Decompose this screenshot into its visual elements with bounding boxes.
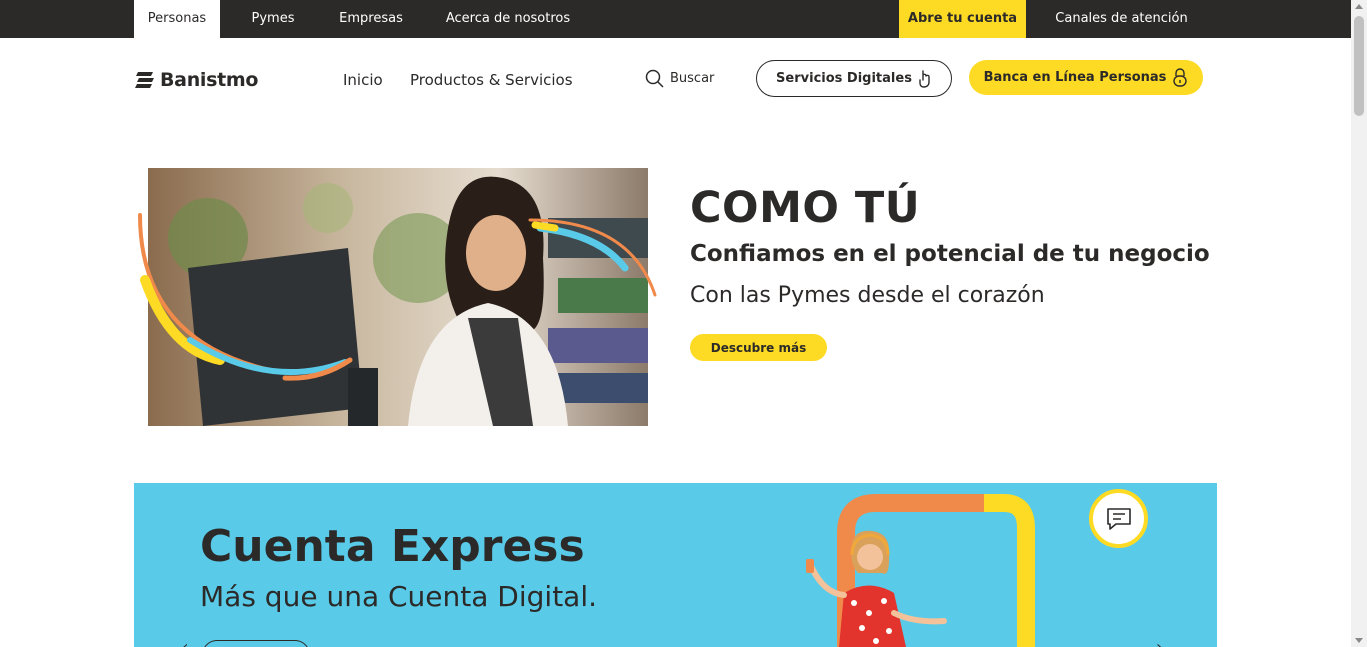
- discover-more-button[interactable]: Descubre más: [690, 334, 827, 361]
- search-icon: [645, 69, 664, 88]
- logo-mark-icon: [135, 72, 154, 88]
- search-label: Buscar: [670, 71, 715, 86]
- page-scrollbar[interactable]: [1351, 0, 1367, 647]
- tab-pymes[interactable]: Pymes: [238, 0, 308, 38]
- promo-banner: Cuenta Express Más que una Cuenta Digita…: [134, 483, 1217, 647]
- chat-button[interactable]: [1089, 489, 1148, 548]
- search-button[interactable]: Buscar: [645, 69, 714, 88]
- tab-personas[interactable]: Personas: [134, 0, 220, 38]
- hand-pointer-icon: [919, 69, 930, 88]
- lock-icon: [1173, 67, 1188, 87]
- scroll-down-arrow[interactable]: [1355, 638, 1363, 643]
- main-header: Banistmo Inicio Productos & Servicios Bu…: [0, 38, 1351, 120]
- hero-subtitle: Confiamos en el potencial de tu negocio: [690, 241, 1210, 267]
- banner-title: Cuenta Express: [200, 521, 585, 572]
- hero-decorative-arcs: [138, 213, 657, 381]
- top-utility-bar: Personas Pymes Empresas Acerca de nosotr…: [0, 0, 1351, 38]
- nav-productos-servicios[interactable]: Productos & Servicios: [410, 71, 573, 89]
- logo[interactable]: Banistmo: [135, 68, 258, 92]
- scroll-thumb[interactable]: [1354, 16, 1364, 116]
- logo-text: Banistmo: [160, 69, 259, 91]
- tab-empresas[interactable]: Empresas: [326, 0, 416, 38]
- tab-acerca[interactable]: Acerca de nosotros: [434, 0, 582, 38]
- chevron-right-icon[interactable]: ›: [1156, 637, 1162, 647]
- hero-text: Con las Pymes desde el corazón: [690, 283, 1045, 308]
- nav-inicio[interactable]: Inicio: [343, 71, 383, 89]
- banner-button[interactable]: [202, 640, 310, 647]
- service-channels-link[interactable]: Canales de atención: [1044, 0, 1199, 38]
- chevron-left-icon[interactable]: ‹: [182, 637, 188, 647]
- hero-title: COMO TÚ: [690, 183, 921, 233]
- digital-services-label: Servicios Digitales: [776, 71, 912, 86]
- chat-icon: [1106, 507, 1131, 530]
- open-account-link[interactable]: Abre tu cuenta: [899, 0, 1026, 38]
- scroll-up-arrow[interactable]: [1355, 4, 1363, 9]
- online-banking-button[interactable]: Banca en Línea Personas: [969, 60, 1203, 95]
- online-banking-label: Banca en Línea Personas: [983, 70, 1167, 85]
- banner-subtitle: Más que una Cuenta Digital.: [200, 580, 598, 613]
- digital-services-button[interactable]: Servicios Digitales: [756, 60, 952, 97]
- banner-illustration: [806, 494, 1035, 647]
